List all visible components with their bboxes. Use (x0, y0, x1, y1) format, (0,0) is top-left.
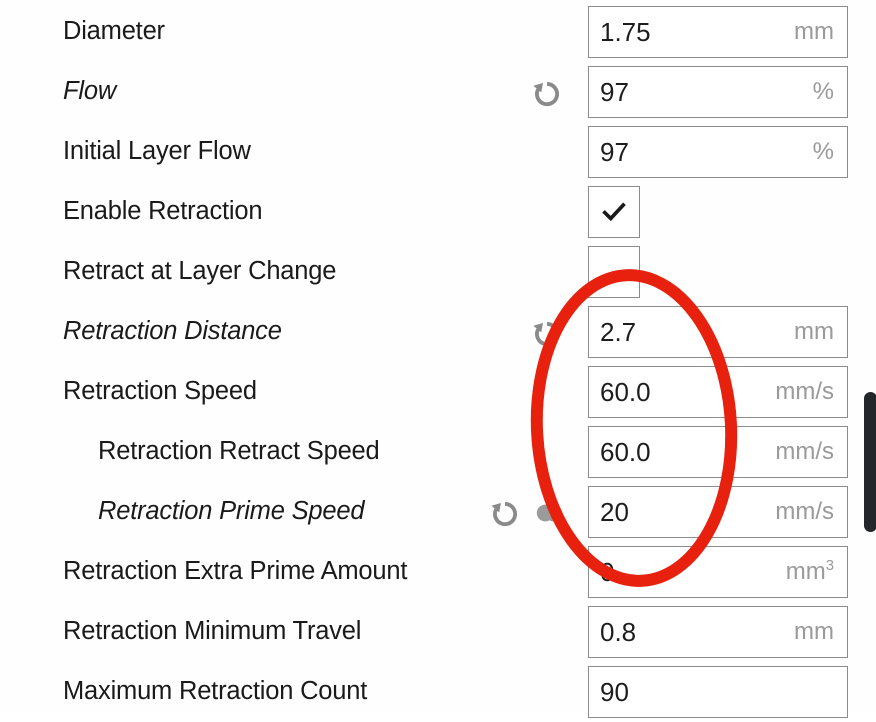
revert-icon[interactable] (530, 316, 564, 350)
input-field-flow[interactable]: 97% (588, 66, 848, 118)
setting-icons-retraction-prime-speed (478, 482, 578, 542)
setting-label-retract-at-layer-change[interactable]: Retract at Layer Change (63, 259, 336, 285)
unit-base: mm (785, 558, 826, 585)
setting-label-retraction-distance[interactable]: Retraction Distance (63, 319, 282, 345)
setting-row-maximum-retraction-count: Maximum Retraction Count 90 (0, 662, 876, 722)
setting-row-retract-at-layer-change: Retract at Layer Change (0, 242, 876, 302)
check-icon (601, 199, 627, 225)
input-field-diameter[interactable]: 1.75 mm (588, 6, 848, 58)
input-value-initial-layer-flow: 97 (600, 137, 629, 167)
input-unit-retraction-prime-speed: mm/s (775, 498, 834, 525)
print-settings-panel: Diameter 1.75 mm Flow 97% Initial Layer Flow 9… (0, 0, 876, 718)
input-unit-flow: % (812, 78, 834, 105)
input-value-flow: 97 (600, 77, 629, 107)
setting-label-retraction-speed[interactable]: Retraction Speed (63, 379, 257, 405)
input-field-retraction-retract-speed[interactable]: 60.0 mm/s (588, 426, 848, 478)
setting-label-diameter[interactable]: Diameter (63, 19, 165, 45)
input-value-retraction-prime-speed: 20 (600, 497, 629, 527)
setting-label-retraction-minimum-travel[interactable]: Retraction Minimum Travel (63, 619, 361, 645)
setting-row-initial-layer-flow: Initial Layer Flow 97% (0, 122, 876, 182)
setting-icons-retraction-distance (478, 302, 578, 362)
input-field-retraction-prime-speed[interactable]: 20 mm/s (588, 486, 848, 538)
unit-exponent: 3 (825, 558, 834, 574)
input-unit-retraction-extra-prime-amount: mm3 (785, 558, 834, 585)
input-unit-retraction-speed: mm/s (775, 378, 834, 405)
input-value-maximum-retraction-count: 90 (600, 677, 629, 707)
setting-row-enable-retraction: Enable Retraction (0, 182, 876, 242)
setting-label-maximum-retraction-count[interactable]: Maximum Retraction Count (63, 679, 367, 705)
setting-label-initial-layer-flow[interactable]: Initial Layer Flow (63, 139, 251, 165)
input-value-retraction-distance: 2.7 (600, 317, 637, 347)
input-unit-retraction-minimum-travel: mm (794, 618, 834, 645)
linked-setting-icon[interactable] (534, 498, 564, 528)
setting-row-retraction-prime-speed: Retraction Prime Speed 20 mm/s (0, 482, 876, 542)
vertical-scrollbar-thumb[interactable] (864, 392, 876, 532)
setting-label-enable-retraction[interactable]: Enable Retraction (63, 199, 263, 225)
setting-label-retraction-prime-speed[interactable]: Retraction Prime Speed (98, 499, 365, 525)
input-unit-retraction-retract-speed: mm/s (775, 438, 834, 465)
input-value-retraction-extra-prime-amount: 0 (600, 557, 615, 587)
checkbox-retract-at-layer-change[interactable] (588, 246, 640, 298)
revert-icon[interactable] (530, 76, 564, 110)
input-unit-diameter: mm (794, 18, 834, 45)
setting-row-retraction-extra-prime-amount: Retraction Extra Prime Amount 0 mm3 (0, 542, 876, 602)
setting-row-retraction-speed: Retraction Speed 60.0 mm/s (0, 362, 876, 422)
input-field-retraction-distance[interactable]: 2.7 mm (588, 306, 848, 358)
checkbox-enable-retraction[interactable] (588, 186, 640, 238)
input-value-retraction-retract-speed: 60.0 (600, 437, 651, 467)
input-field-maximum-retraction-count[interactable]: 90 (588, 666, 848, 718)
setting-row-retraction-distance: Retraction Distance 2.7 mm (0, 302, 876, 362)
input-unit-retraction-distance: mm (794, 318, 834, 345)
input-field-retraction-speed[interactable]: 60.0 mm/s (588, 366, 848, 418)
setting-row-retraction-retract-speed: Retraction Retract Speed 60.0 mm/s (0, 422, 876, 482)
input-value-retraction-speed: 60.0 (600, 377, 651, 407)
input-value-retraction-minimum-travel: 0.8 (600, 617, 637, 647)
input-field-retraction-minimum-travel[interactable]: 0.8 mm (588, 606, 848, 658)
input-unit-initial-layer-flow: % (812, 138, 834, 165)
setting-label-retraction-extra-prime-amount[interactable]: Retraction Extra Prime Amount (63, 559, 407, 585)
setting-row-flow: Flow 97% (0, 62, 876, 122)
revert-icon[interactable] (488, 496, 522, 530)
input-field-initial-layer-flow[interactable]: 97% (588, 126, 848, 178)
setting-label-flow[interactable]: Flow (63, 79, 116, 105)
setting-icons-flow (478, 62, 578, 122)
setting-label-retraction-retract-speed[interactable]: Retraction Retract Speed (98, 439, 380, 465)
setting-row-diameter: Diameter 1.75 mm (0, 2, 876, 62)
input-value-diameter: 1.75 (600, 17, 651, 47)
input-field-retraction-extra-prime-amount[interactable]: 0 mm3 (588, 546, 848, 598)
setting-row-retraction-minimum-travel: Retraction Minimum Travel 0.8 mm (0, 602, 876, 662)
